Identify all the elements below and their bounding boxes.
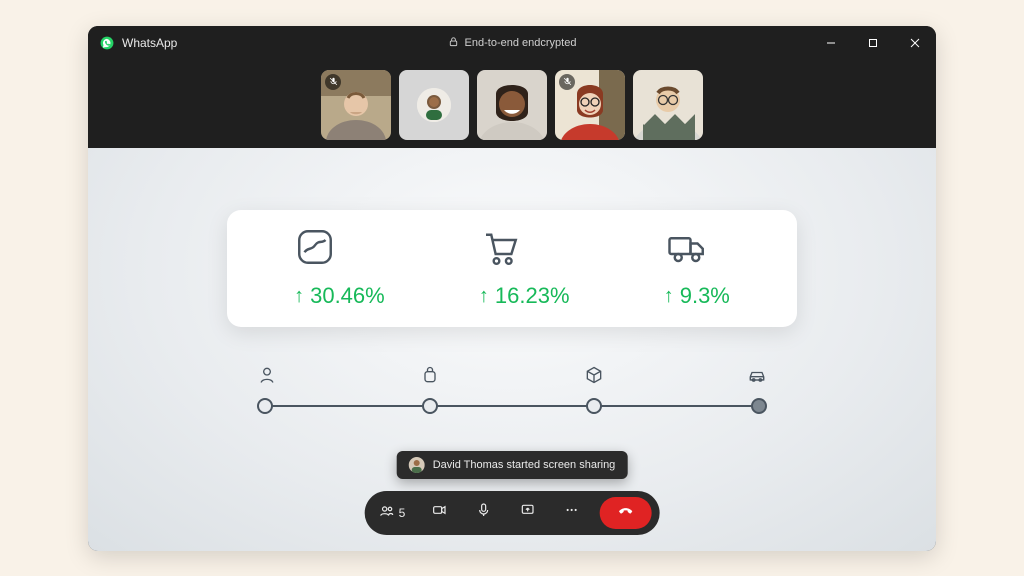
minimize-button[interactable] xyxy=(810,26,852,60)
shared-screen: ↑ 30.46% ↑ 16.23% ↑ 9.3% xyxy=(88,148,936,551)
analytics-icon xyxy=(294,226,336,273)
trend-up-icon: ↑ xyxy=(294,286,304,306)
encryption-label: End-to-end endcrypted xyxy=(465,37,577,49)
stat-analytics: ↑ 30.46% xyxy=(294,226,385,309)
participant-tile[interactable] xyxy=(477,70,547,140)
participant-tile[interactable] xyxy=(321,70,391,140)
stat-value: 9.3% xyxy=(680,283,730,309)
hangup-icon xyxy=(617,502,633,523)
muted-icon xyxy=(325,74,341,90)
cart-icon xyxy=(479,226,521,273)
window-controls xyxy=(810,26,936,60)
trend-up-icon: ↑ xyxy=(479,286,489,306)
car-icon xyxy=(747,365,767,385)
close-button[interactable] xyxy=(894,26,936,60)
package-icon xyxy=(584,365,604,385)
participants-button[interactable]: 5 xyxy=(373,497,412,529)
camera-icon xyxy=(431,502,447,523)
people-icon xyxy=(379,503,395,522)
step-node xyxy=(751,398,767,414)
participant-strip xyxy=(88,60,936,148)
step-node xyxy=(422,398,438,414)
step-node xyxy=(257,398,273,414)
avatar xyxy=(409,457,425,473)
brand: WhatsApp xyxy=(88,36,177,50)
lock-icon xyxy=(448,36,459,50)
stat-truck: ↑ 9.3% xyxy=(664,226,730,309)
bag-icon xyxy=(420,365,440,385)
app-window: WhatsApp End-to-end endcrypted xyxy=(88,26,936,551)
stat-cart: ↑ 16.23% xyxy=(479,226,570,309)
stats-card: ↑ 30.46% ↑ 16.23% ↑ 9.3% xyxy=(227,210,797,327)
step-track xyxy=(257,365,767,421)
screenshare-toast: David Thomas started screen sharing xyxy=(397,451,628,479)
muted-icon xyxy=(559,74,575,90)
participants-count: 5 xyxy=(399,506,406,520)
microphone-icon xyxy=(475,502,491,523)
user-icon xyxy=(257,365,277,385)
trend-up-icon: ↑ xyxy=(664,286,674,306)
titlebar: WhatsApp End-to-end endcrypted xyxy=(88,26,936,60)
truck-icon xyxy=(664,226,710,273)
camera-button[interactable] xyxy=(423,497,455,529)
microphone-button[interactable] xyxy=(467,497,499,529)
screenshare-icon xyxy=(519,502,535,523)
more-icon xyxy=(563,502,579,523)
participant-tile[interactable] xyxy=(633,70,703,140)
stat-value: 16.23% xyxy=(495,283,570,309)
screenshare-button[interactable] xyxy=(511,497,543,529)
call-controls: 5 xyxy=(365,491,660,535)
app-name: WhatsApp xyxy=(122,36,177,50)
participant-tile[interactable] xyxy=(555,70,625,140)
encryption-indicator: End-to-end endcrypted xyxy=(88,36,936,50)
whatsapp-logo-icon xyxy=(100,36,114,50)
end-call-button[interactable] xyxy=(599,497,651,529)
stat-value: 30.46% xyxy=(310,283,385,309)
maximize-button[interactable] xyxy=(852,26,894,60)
step-node xyxy=(586,398,602,414)
participant-tile[interactable] xyxy=(399,70,469,140)
toast-text: David Thomas started screen sharing xyxy=(433,459,616,471)
more-button[interactable] xyxy=(555,497,587,529)
